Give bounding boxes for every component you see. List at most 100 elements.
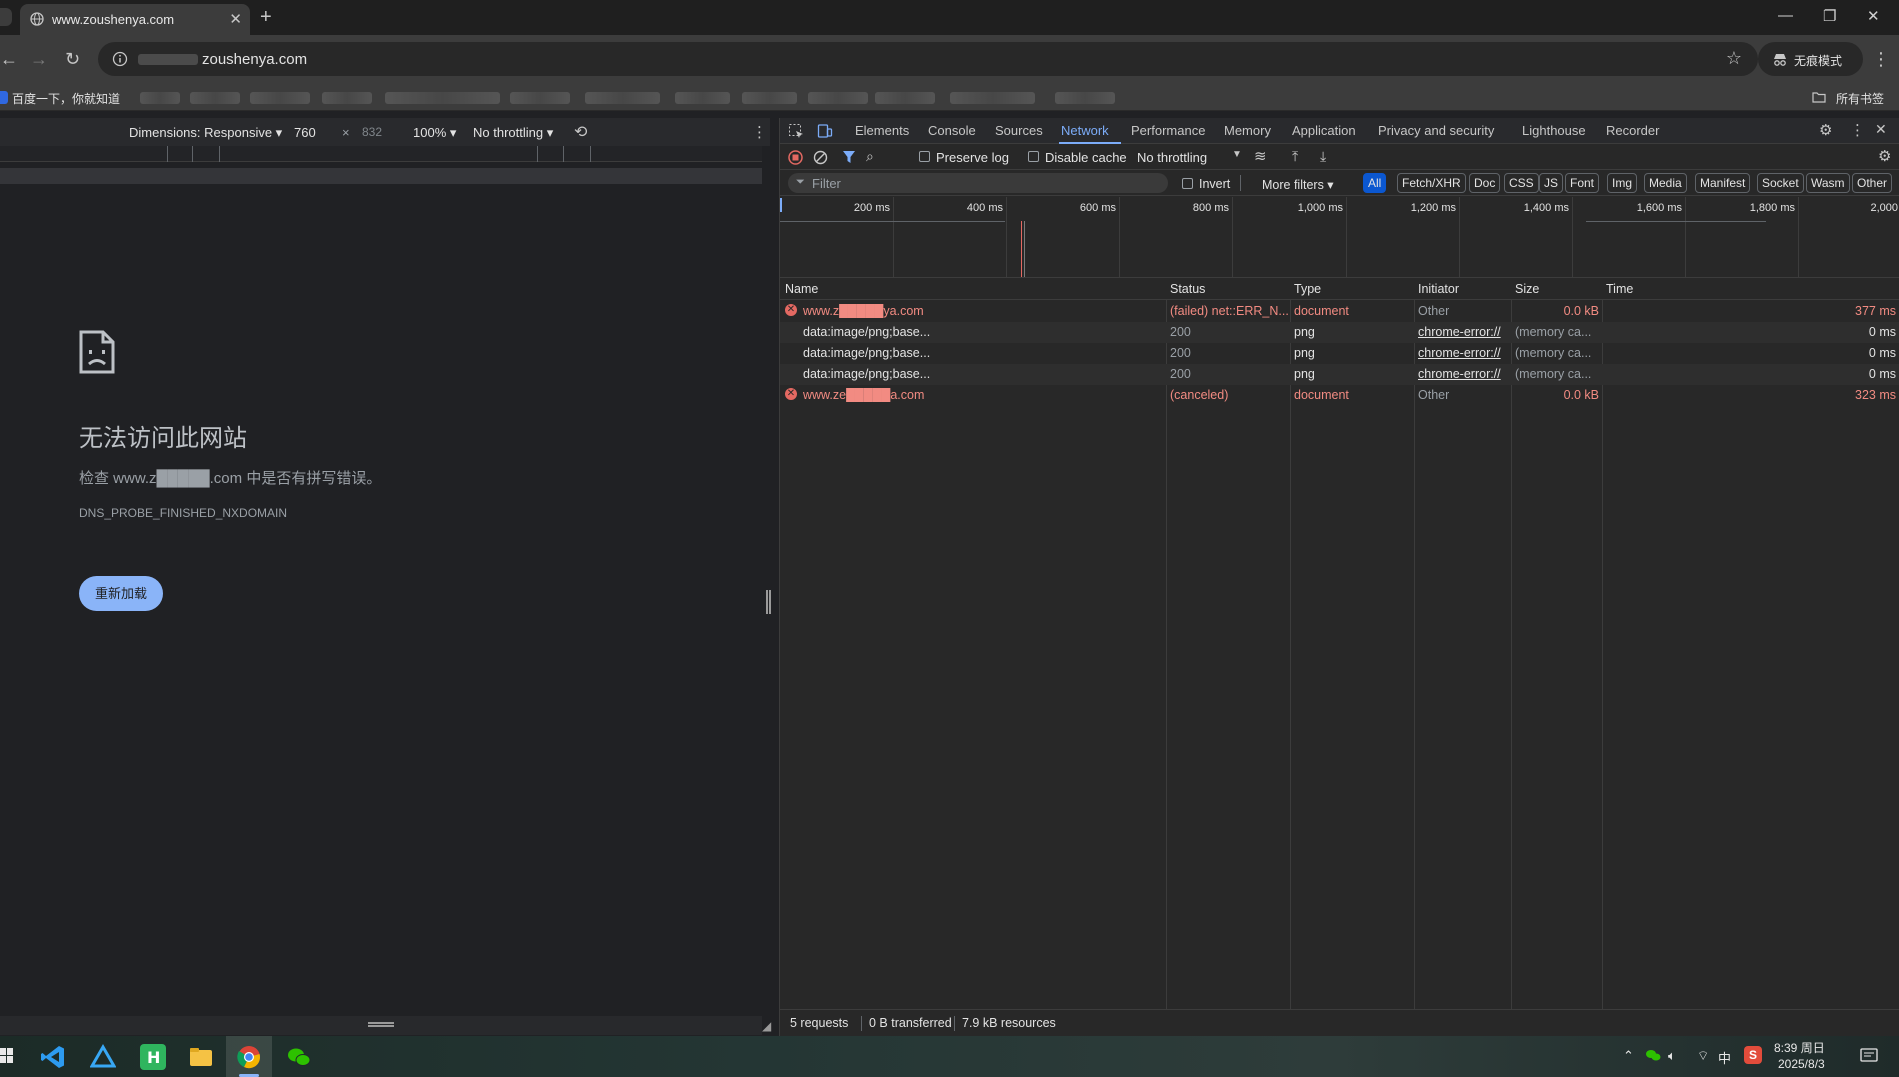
chip-media[interactable]: Media <box>1644 173 1687 193</box>
bookmark-redacted[interactable] <box>950 92 1035 104</box>
cell-initiator-link[interactable]: chrome-error:// <box>1418 367 1510 381</box>
chrome-icon[interactable] <box>236 1044 262 1070</box>
throttling-dropdown[interactable]: No throttling ▾ <box>473 125 553 141</box>
network-overview-timeline[interactable]: 200 ms 400 ms 600 ms 800 ms 1,000 ms 1,2… <box>780 197 1899 278</box>
tab-recorder[interactable]: Recorder <box>1606 123 1659 138</box>
column-time-header[interactable]: Time <box>1606 282 1633 296</box>
tab-search-icon[interactable] <box>0 8 12 26</box>
bookmark-redacted[interactable] <box>675 92 730 104</box>
inspect-element-icon[interactable] <box>788 123 804 139</box>
more-filters-dropdown[interactable]: More filters ▾ <box>1262 177 1334 192</box>
chip-img[interactable]: Img <box>1607 173 1638 193</box>
tab-memory[interactable]: Memory <box>1224 123 1271 138</box>
bookmark-redacted[interactable] <box>875 92 935 104</box>
network-throttling-dropdown[interactable]: No throttling <box>1137 150 1207 165</box>
table-row[interactable]: data:image/png;base... 200 png chrome-er… <box>780 364 1899 385</box>
start-button-icon[interactable] <box>0 1048 14 1064</box>
bookmark-baidu[interactable]: 百度一下，你就知道 <box>12 90 120 107</box>
browser-tab[interactable]: www.zoushenya.com ✕ <box>20 4 250 35</box>
preserve-log-checkbox[interactable] <box>919 151 930 162</box>
bookmark-redacted[interactable] <box>585 92 660 104</box>
ime-indicator[interactable]: 中 <box>1718 1048 1731 1067</box>
tray-wechat-icon[interactable] <box>1645 1048 1661 1062</box>
chip-doc[interactable]: Doc <box>1469 173 1501 193</box>
window-close-button[interactable]: ✕ <box>1867 7 1880 25</box>
tab-console[interactable]: Console <box>928 123 976 138</box>
network-settings-icon[interactable]: ⚙ <box>1878 147 1891 165</box>
tab-elements[interactable]: Elements <box>855 123 909 138</box>
chip-wasm[interactable]: Wasm <box>1806 173 1850 193</box>
tray-chevron-up-icon[interactable]: ⌃ <box>1623 1048 1634 1064</box>
bookmark-redacted[interactable] <box>140 92 180 104</box>
network-icon[interactable]: ⌔ <box>1697 1048 1709 1064</box>
width-input[interactable]: 760 <box>294 125 316 140</box>
site-info-icon[interactable] <box>112 51 128 67</box>
bookmark-redacted[interactable] <box>742 92 797 104</box>
table-row[interactable]: ✕ www.ze█████a.com (canceled) document O… <box>780 385 1899 406</box>
tab-lighthouse[interactable]: Lighthouse <box>1522 123 1586 138</box>
forward-icon[interactable]: → <box>30 49 48 70</box>
back-icon[interactable]: ← <box>0 49 18 70</box>
all-bookmarks[interactable]: 所有书签 <box>1836 90 1884 107</box>
tab-sources[interactable]: Sources <box>995 123 1043 138</box>
tab-close-icon[interactable]: ✕ <box>229 10 242 28</box>
volume-icon[interactable]: 🔈︎ <box>1668 1048 1676 1064</box>
invert-checkbox[interactable] <box>1182 178 1193 189</box>
resize-handle[interactable] <box>368 1022 394 1027</box>
chip-all[interactable]: All <box>1363 173 1387 193</box>
column-status-header[interactable]: Status <box>1170 282 1205 296</box>
bookmark-star-icon[interactable]: ☆ <box>1726 48 1742 69</box>
incognito-badge[interactable]: 无痕模式 <box>1758 42 1863 76</box>
filter-toggle-icon[interactable] <box>842 150 856 164</box>
tab-performance[interactable]: Performance <box>1131 123 1205 138</box>
settings-gear-icon[interactable]: ⚙ <box>1819 121 1832 139</box>
bookmark-redacted[interactable] <box>385 92 500 104</box>
cell-initiator-link[interactable]: chrome-error:// <box>1418 325 1510 339</box>
rotate-icon[interactable]: ⟲ <box>574 122 587 142</box>
system-clock[interactable]: 8:39 周日 2025/8/3 <box>1774 1040 1825 1072</box>
table-row[interactable]: data:image/png;base... 200 png chrome-er… <box>780 322 1899 343</box>
chip-font[interactable]: Font <box>1565 173 1600 193</box>
column-name-header[interactable]: Name <box>785 282 818 296</box>
column-size-header[interactable]: Size <box>1515 282 1539 296</box>
chip-css[interactable]: CSS <box>1504 173 1539 193</box>
notification-icon[interactable] <box>1860 1048 1878 1064</box>
device-menu-icon[interactable]: ⋮ <box>752 123 767 141</box>
hbuilder-icon[interactable]: H <box>140 1044 166 1070</box>
reload-icon[interactable]: ↻ <box>65 49 80 70</box>
chip-fetch-xhr[interactable]: Fetch/XHR <box>1397 173 1466 193</box>
table-row[interactable]: data:image/png;base... 200 png chrome-er… <box>780 343 1899 364</box>
sogou-ime-icon[interactable]: S <box>1744 1046 1762 1064</box>
height-input[interactable]: 832 <box>362 125 382 139</box>
bookmark-redacted[interactable] <box>322 92 372 104</box>
disable-cache-checkbox[interactable] <box>1028 151 1039 162</box>
chip-socket[interactable]: Socket <box>1757 173 1804 193</box>
export-har-icon[interactable]: ⤓ <box>1320 148 1326 165</box>
chip-manifest[interactable]: Manifest <box>1695 173 1751 193</box>
device-toggle-icon[interactable] <box>817 123 833 139</box>
bookmark-redacted[interactable] <box>510 92 570 104</box>
import-har-icon[interactable]: ⤒ <box>1292 148 1298 165</box>
record-stop-icon[interactable] <box>788 150 803 165</box>
column-initiator-header[interactable]: Initiator <box>1418 282 1459 296</box>
network-conditions-icon[interactable]: ≋ <box>1254 147 1267 165</box>
cell-initiator-link[interactable]: chrome-error:// <box>1418 346 1510 360</box>
dimensions-dropdown[interactable]: Dimensions: Responsive ▾ <box>129 125 282 141</box>
app-triangle-icon[interactable] <box>90 1044 116 1070</box>
tab-privacy-security[interactable]: Privacy and security <box>1378 123 1494 138</box>
bookmark-redacted[interactable] <box>250 92 310 104</box>
restore-button[interactable]: ❐ <box>1823 7 1836 25</box>
address-bar[interactable]: zoushenya.com ☆ <box>98 42 1758 76</box>
chip-js[interactable]: JS <box>1539 173 1564 193</box>
wechat-icon[interactable] <box>286 1044 312 1070</box>
vscode-icon[interactable] <box>40 1044 66 1070</box>
chevron-down-icon[interactable]: ▼ <box>1232 149 1242 160</box>
filter-input[interactable]: ⏷ Filter <box>788 173 1168 193</box>
bookmark-redacted[interactable] <box>1055 92 1115 104</box>
file-explorer-icon[interactable] <box>188 1044 214 1070</box>
tab-application[interactable]: Application <box>1292 123 1356 138</box>
clear-icon[interactable] <box>813 150 828 165</box>
devtools-menu-icon[interactable]: ⋮ <box>1850 121 1865 139</box>
devtools-close-icon[interactable]: ✕ <box>1875 121 1887 138</box>
browser-menu-icon[interactable]: ⋮ <box>1872 49 1890 70</box>
